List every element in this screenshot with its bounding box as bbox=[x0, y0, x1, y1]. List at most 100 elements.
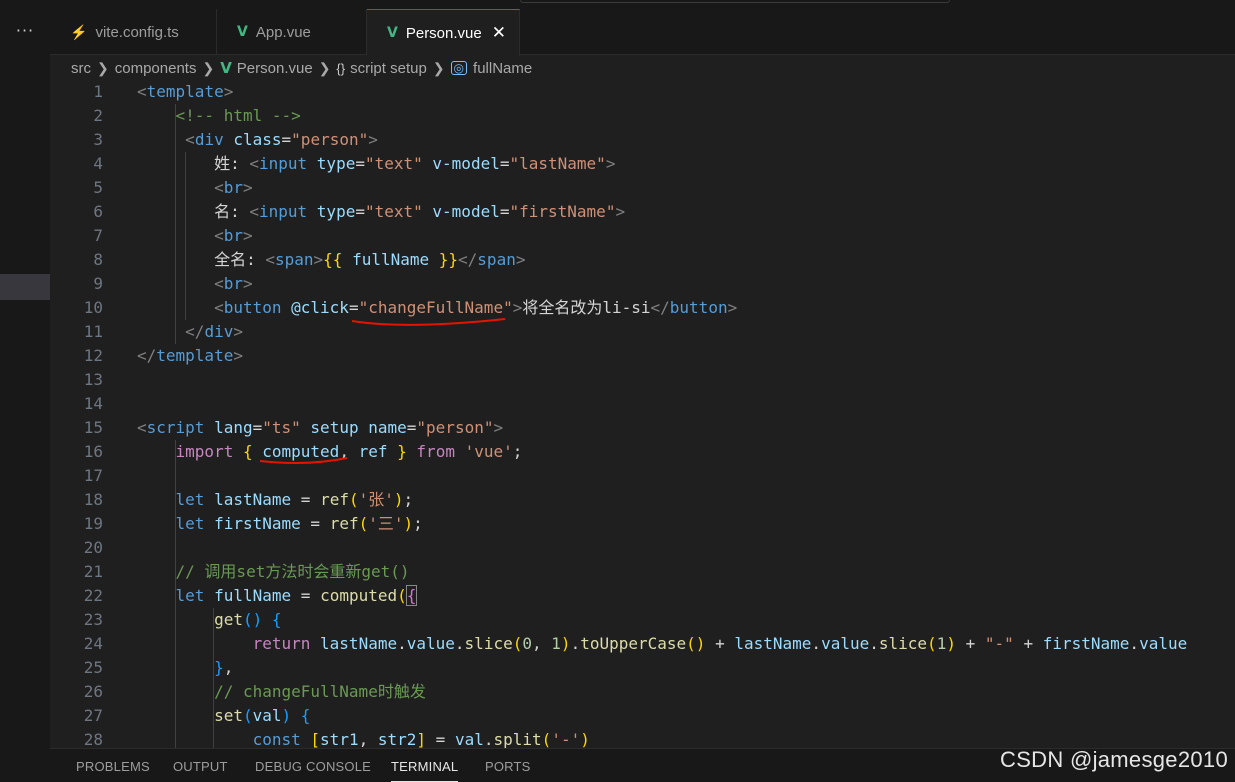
code-line-12: 12 </template> bbox=[50, 344, 1235, 368]
code-line-3: 3 <div class="person"> bbox=[50, 128, 1235, 152]
code-line-1: 1 <template> bbox=[50, 80, 1235, 104]
title-strip bbox=[0, 0, 1235, 9]
activity-bar: ··· bbox=[0, 9, 50, 782]
line-number: 19 bbox=[83, 514, 103, 533]
code-text: <br> bbox=[214, 274, 253, 293]
code-text: // 调用set方法时会重新get() bbox=[175, 562, 410, 581]
line-number: 18 bbox=[83, 490, 103, 509]
breadcrumb: src ❯ components ❯ V Person.vue ❯ {} scr… bbox=[50, 56, 1235, 80]
panel-tab-output[interactable]: OUTPUT bbox=[173, 759, 228, 774]
vue-file-icon: V bbox=[237, 24, 248, 40]
code-text: <br> bbox=[214, 178, 253, 197]
line-number: 23 bbox=[83, 610, 103, 629]
line-number: 2 bbox=[93, 106, 103, 125]
indent-guide bbox=[175, 440, 176, 748]
code-line-5: 5 <br> bbox=[50, 176, 1235, 200]
line-number: 9 bbox=[93, 274, 103, 293]
code-text: <div class="person"> bbox=[185, 130, 378, 149]
code-line-25: 25 }, bbox=[50, 656, 1235, 680]
line-number: 6 bbox=[93, 202, 103, 221]
vue-file-icon: V bbox=[220, 59, 232, 77]
code-line-28: 28 const [str1, str2] = val.split('-') bbox=[50, 728, 1235, 748]
code-text: <script lang="ts" setup name="person"> bbox=[137, 418, 504, 437]
line-number: 25 bbox=[83, 658, 103, 677]
line-number: 1 bbox=[93, 82, 103, 101]
breadcrumb-file[interactable]: Person.vue bbox=[237, 60, 313, 77]
breadcrumb-symbol[interactable]: fullName bbox=[473, 60, 532, 77]
line-number: 22 bbox=[83, 586, 103, 605]
code-line-4: 4 姓: <input type="text" v-model="lastNam… bbox=[50, 152, 1235, 176]
command-center[interactable] bbox=[520, 0, 950, 3]
line-number: 12 bbox=[83, 346, 103, 365]
line-number: 17 bbox=[83, 466, 103, 485]
code-text: const [str1, str2] = val.split('-') bbox=[252, 730, 590, 748]
line-number: 27 bbox=[83, 706, 103, 725]
line-number: 20 bbox=[83, 538, 103, 557]
close-icon[interactable]: ✕ bbox=[492, 23, 506, 43]
lightning-icon: ⚡ bbox=[70, 23, 88, 40]
code-line-23: 23 get() { bbox=[50, 608, 1235, 632]
panel-tab-problems[interactable]: PROBLEMS bbox=[76, 759, 150, 774]
code-line-18: 18 let lastName = ref('张'); bbox=[50, 488, 1235, 512]
code-line-15: 15 <script lang="ts" setup name="person"> bbox=[50, 416, 1235, 440]
line-number: 5 bbox=[93, 178, 103, 197]
code-text: let lastName = ref('张'); bbox=[175, 490, 414, 509]
line-number: 26 bbox=[83, 682, 103, 701]
breadcrumb-scope[interactable]: script setup bbox=[350, 60, 427, 77]
tab-label: App.vue bbox=[255, 23, 311, 41]
vue-file-icon: V bbox=[387, 25, 398, 41]
field-symbol-icon: ◎ bbox=[450, 61, 468, 75]
panel-tab-debug-console[interactable]: DEBUG CONSOLE bbox=[255, 759, 371, 774]
code-text: 名: <input type="text" v-model="firstName… bbox=[214, 202, 626, 221]
tab-app-vue[interactable]: V App.vue bbox=[217, 9, 367, 55]
braces-icon: {} bbox=[336, 60, 346, 76]
tab-person-vue[interactable]: V Person.vue ✕ bbox=[367, 9, 520, 56]
code-text: 姓: <input type="text" v-model="lastName"… bbox=[214, 154, 616, 173]
breadcrumb-components[interactable]: components bbox=[115, 60, 197, 77]
line-number: 3 bbox=[93, 130, 103, 149]
code-text: // changeFullName时触发 bbox=[214, 682, 426, 701]
code-text: <button @click="changeFullName">将全名改为li-… bbox=[214, 298, 738, 317]
code-line-26: 26 // changeFullName时触发 bbox=[50, 680, 1235, 704]
line-number: 13 bbox=[83, 370, 103, 389]
tab-label: vite.config.ts bbox=[95, 23, 179, 41]
activity-highlight bbox=[0, 274, 50, 300]
chevron-right-icon: ❯ bbox=[318, 59, 331, 76]
code-text: </div> bbox=[185, 322, 243, 341]
code-text: return lastName.value.slice(0, 1).toUppe… bbox=[252, 634, 1188, 653]
line-number: 16 bbox=[83, 442, 103, 461]
code-editor[interactable]: 1 <template> 2 <!-- html --> 3 <div class… bbox=[50, 80, 1235, 748]
more-actions-icon[interactable]: ··· bbox=[13, 23, 37, 39]
code-text: 全名: <span>{{ fullName }}</span> bbox=[214, 250, 526, 269]
line-number: 24 bbox=[83, 634, 103, 653]
tab-label: Person.vue bbox=[405, 24, 482, 42]
indent-guide bbox=[185, 152, 186, 320]
code-text: let firstName = ref('三'); bbox=[175, 514, 423, 533]
indent-guide bbox=[175, 104, 176, 344]
line-number: 10 bbox=[83, 298, 103, 317]
chevron-right-icon: ❯ bbox=[97, 59, 109, 76]
code-text: }, bbox=[214, 658, 234, 677]
indent-guide bbox=[213, 608, 214, 748]
tab-vite-config[interactable]: ⚡ vite.config.ts bbox=[50, 9, 217, 55]
watermark: CSDN @jamesge2010 bbox=[1000, 747, 1228, 772]
chevron-right-icon: ❯ bbox=[432, 59, 445, 76]
code-line-9: 9 <br> bbox=[50, 272, 1235, 296]
code-line-24: 24 return lastName.value.slice(0, 1).toU… bbox=[50, 632, 1235, 656]
panel-tab-ports[interactable]: PORTS bbox=[485, 759, 531, 774]
code-text: let fullName = computed({ bbox=[175, 585, 418, 606]
code-line-19: 19 let firstName = ref('三'); bbox=[50, 512, 1235, 536]
line-number: 4 bbox=[93, 154, 103, 173]
code-line-11: 11 </div> bbox=[50, 320, 1235, 344]
breadcrumb-src[interactable]: src bbox=[71, 60, 91, 77]
line-number: 7 bbox=[93, 226, 103, 245]
code-line-6: 6 名: <input type="text" v-model="firstNa… bbox=[50, 200, 1235, 224]
code-line-27: 27 set(val) { bbox=[50, 704, 1235, 728]
panel-tab-terminal[interactable]: TERMINAL bbox=[391, 759, 459, 782]
code-line-20: 20 bbox=[50, 536, 1235, 560]
code-text: <template> bbox=[137, 82, 234, 101]
code-line-22: 22 let fullName = computed({ bbox=[50, 584, 1235, 608]
code-text: import { computed, ref } from 'vue'; bbox=[175, 442, 523, 461]
line-number: 15 bbox=[83, 418, 103, 437]
code-line-10: 10 <button @click="changeFullName">将全名改为… bbox=[50, 296, 1235, 320]
